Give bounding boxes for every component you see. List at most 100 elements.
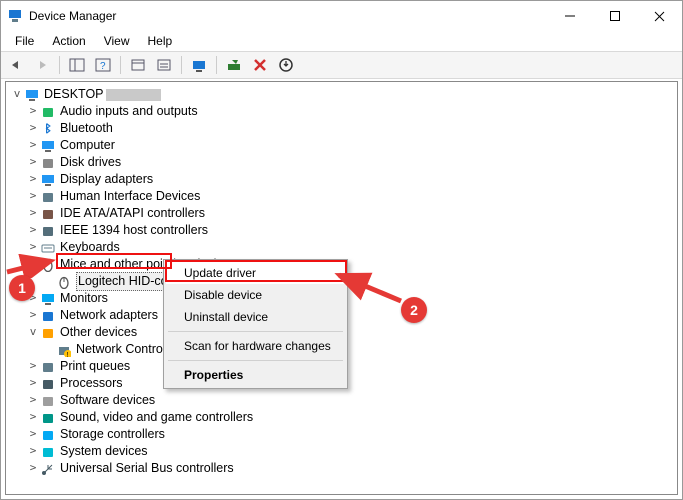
tree-category[interactable]: > IDE ATA/ATAPI controllers	[8, 205, 675, 222]
expand-icon[interactable]: >	[26, 138, 40, 153]
tree-category[interactable]: > Human Interface Devices	[8, 188, 675, 205]
computer-icon	[40, 138, 56, 154]
sound-icon	[40, 410, 56, 426]
tree-category[interactable]: > System devices	[8, 443, 675, 460]
expand-icon[interactable]: >	[26, 427, 40, 442]
disk-icon	[40, 155, 56, 171]
help-button[interactable]: ?	[92, 54, 114, 76]
category-label: Processors	[60, 375, 123, 392]
usb-icon	[40, 461, 56, 477]
expand-icon[interactable]: >	[26, 393, 40, 408]
tree-category[interactable]: > IEEE 1394 host controllers	[8, 222, 675, 239]
tree-category[interactable]: > Keyboards	[8, 239, 675, 256]
tree-root[interactable]: vDESKTOP	[8, 86, 675, 103]
cpu-icon	[40, 376, 56, 392]
audio-icon	[40, 104, 56, 120]
expand-icon[interactable]: >	[26, 223, 40, 238]
window-title: Device Manager	[29, 9, 547, 23]
category-label: IDE ATA/ATAPI controllers	[60, 205, 205, 222]
svg-text:?: ?	[100, 61, 106, 72]
expand-icon[interactable]: >	[26, 206, 40, 221]
forward-button[interactable]	[31, 54, 53, 76]
properties-button[interactable]	[127, 54, 149, 76]
options-button[interactable]	[153, 54, 175, 76]
tree-category[interactable]: > Computer	[8, 137, 675, 154]
back-button[interactable]	[5, 54, 27, 76]
category-label: IEEE 1394 host controllers	[60, 222, 208, 239]
device-label: Logitech HID-co	[76, 272, 170, 291]
category-label: Human Interface Devices	[60, 188, 200, 205]
expand-icon[interactable]: >	[26, 121, 40, 136]
expand-icon[interactable]: >	[26, 410, 40, 425]
menu-action[interactable]: Action	[44, 32, 93, 50]
display-icon	[40, 172, 56, 188]
menu-file[interactable]: File	[7, 32, 42, 50]
enable-button[interactable]	[223, 54, 245, 76]
toolbar: ?	[1, 51, 682, 79]
bluetooth-icon	[40, 121, 56, 137]
context-menu-item[interactable]: Uninstall device	[166, 306, 345, 328]
tree-category[interactable]: >Software devices	[8, 392, 675, 409]
expand-icon[interactable]: >	[26, 104, 40, 119]
minimize-button[interactable]	[547, 1, 592, 31]
expand-icon[interactable]: >	[26, 240, 40, 255]
category-label: Keyboards	[60, 239, 120, 256]
expand-icon[interactable]: >	[26, 376, 40, 391]
expand-icon[interactable]: >	[26, 189, 40, 204]
device-manager-window: Device Manager File Action View Help ? v…	[0, 0, 683, 500]
ide-icon	[40, 206, 56, 222]
menu-help[interactable]: Help	[140, 32, 181, 50]
tree-category[interactable]: > Universal Serial Bus controllers	[8, 460, 675, 477]
storage-icon	[40, 427, 56, 443]
context-menu-item[interactable]: Disable device	[166, 284, 345, 306]
show-hide-tree-button[interactable]	[66, 54, 88, 76]
category-label: Computer	[60, 137, 115, 154]
obscured-text	[106, 89, 161, 101]
expand-icon[interactable]: >	[26, 172, 40, 187]
window-controls	[547, 1, 682, 31]
device-label: Network Contro	[76, 341, 163, 358]
category-label: Display adapters	[60, 171, 153, 188]
annotation-step-1: 1	[9, 275, 35, 301]
maximize-button[interactable]	[592, 1, 637, 31]
expand-icon[interactable]: >	[26, 155, 40, 170]
uninstall-button[interactable]	[275, 54, 297, 76]
mouse-icon	[40, 257, 56, 273]
computer-icon	[24, 87, 40, 103]
tree-category[interactable]: > Disk drives	[8, 154, 675, 171]
category-label: System devices	[60, 443, 148, 460]
tree-category[interactable]: >Sound, video and game controllers	[8, 409, 675, 426]
category-label: Disk drives	[60, 154, 121, 171]
expand-icon[interactable]: >	[26, 359, 40, 374]
menubar: File Action View Help	[1, 31, 682, 51]
titlebar: Device Manager	[1, 1, 682, 31]
expand-icon[interactable]: v	[26, 325, 40, 340]
menu-view[interactable]: View	[96, 32, 138, 50]
update-driver-button[interactable]	[188, 54, 210, 76]
tree-category[interactable]: >Storage controllers	[8, 426, 675, 443]
software-icon	[40, 393, 56, 409]
category-label: Universal Serial Bus controllers	[60, 460, 234, 477]
context-menu-item[interactable]: Properties	[166, 364, 345, 386]
expand-icon[interactable]: v	[26, 257, 40, 272]
annotation-step-2: 2	[401, 297, 427, 323]
expand-icon[interactable]: >	[26, 444, 40, 459]
network-icon	[40, 308, 56, 324]
tree-category[interactable]: > Display adapters	[8, 171, 675, 188]
tree-category[interactable]: >Bluetooth	[8, 120, 675, 137]
mouse-icon	[56, 274, 72, 290]
disable-button[interactable]	[249, 54, 271, 76]
close-button[interactable]	[637, 1, 682, 31]
tree-category[interactable]: > Audio inputs and outputs	[8, 103, 675, 120]
expand-icon[interactable]: >	[26, 461, 40, 476]
category-label: Print queues	[60, 358, 130, 375]
expand-icon[interactable]: >	[26, 308, 40, 323]
context-menu-separator	[168, 360, 343, 361]
other-icon	[40, 325, 56, 341]
keyboard-icon	[40, 240, 56, 256]
printer-icon	[40, 359, 56, 375]
context-menu-item[interactable]: Scan for hardware changes	[166, 335, 345, 357]
context-menu-item[interactable]: Update driver	[166, 262, 345, 284]
category-label: Audio inputs and outputs	[60, 103, 198, 120]
ieee-icon	[40, 223, 56, 239]
